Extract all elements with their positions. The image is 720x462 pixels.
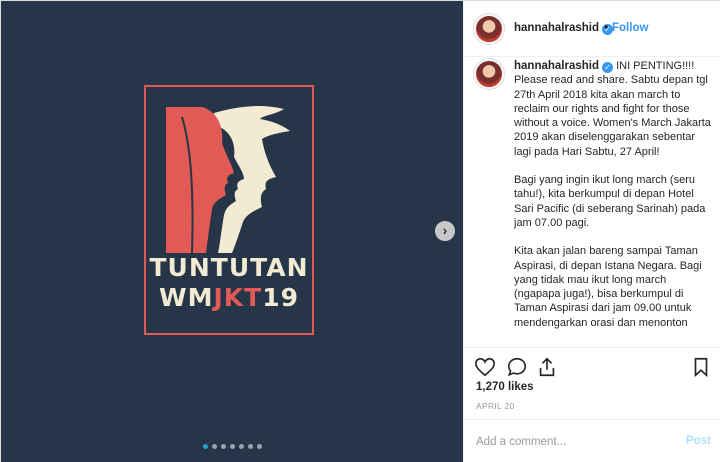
post-sidebar: hannahalrashid ✓ • Follow hannahalrashid ✓… [463,1,720,462]
carousel-dot-7 [256,444,262,449]
carousel-indicator [1,444,463,449]
carousel-dot-5 [238,444,244,449]
verified-badge-icon: ✓ [602,62,613,73]
caption-paragraph-2: Bagi yang ingin ikut long march (seru ta… [514,174,706,229]
heart-icon[interactable] [474,356,496,378]
caption-paragraph-3: Kita akan jalan bareng sampai Taman Aspi… [514,245,702,329]
poster-year-text: 19 [262,283,299,312]
women-profiles-illustration [166,106,290,253]
carousel-dot-6 [247,444,253,449]
add-comment-bar: Post [464,419,720,462]
comment-bubble-icon[interactable] [506,356,528,378]
carousel-dot-4 [229,444,235,449]
caption-username[interactable]: hannahalrashid [514,60,599,72]
poster-wm-text: WM [159,283,214,312]
post-dialog: TUNTUTAN WMJKT19 › hannahalrashid ✓ • Fol… [0,0,720,462]
post-header: hannahalrashid ✓ • Follow [464,1,720,57]
header-username-text[interactable]: hannahalrashid [514,22,599,34]
caption-text: hannahalrashid ✓ INI PENTING!!!! Please r… [514,59,714,344]
poster-jkt-text: JKT [213,283,263,312]
next-slide-button[interactable]: › [435,221,455,241]
avatar[interactable] [474,14,504,44]
likes-count[interactable]: 1,270 likes [476,381,534,393]
header-username[interactable]: hannahalrashid ✓ [514,22,613,35]
comments-section[interactable]: hannahalrashid ✓ INI PENTING!!!! Please r… [464,57,720,347]
poster-title-line1: TUNTUTAN [149,253,309,282]
header-separator: • [604,20,609,34]
bookmark-icon[interactable] [690,356,712,378]
poster-title-line2: WMJKT19 [144,283,314,312]
carousel-dot-2 [211,444,217,449]
action-bar [464,347,720,385]
post-image[interactable]: TUNTUTAN WMJKT19 › [1,1,463,462]
caption-avatar[interactable] [474,59,504,89]
comment-input[interactable] [476,432,676,452]
share-icon[interactable] [536,356,558,378]
post-date[interactable]: APRIL 20 [476,401,514,411]
caption-paragraph-1: hannahalrashid ✓ INI PENTING!!!! Please r… [514,59,714,159]
post-comment-button[interactable]: Post [686,435,711,447]
chevron-right-icon: › [442,222,448,238]
follow-button[interactable]: Follow [612,22,648,34]
carousel-dot-1 [202,444,208,449]
carousel-dot-3 [220,444,226,449]
caption-paragraph-1-text: INI PENTING!!!! Please read and share. S… [514,60,711,158]
